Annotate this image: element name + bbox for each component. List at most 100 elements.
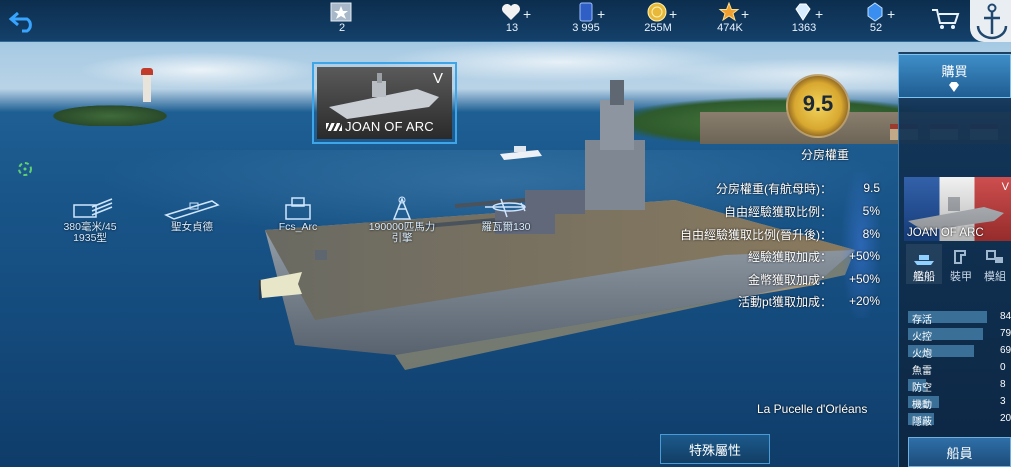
special-attributes-button[interactable]: 特殊屬性	[660, 434, 770, 464]
stat-value: 20	[1000, 413, 1011, 424]
diamond-resource[interactable]: + 1363	[764, 0, 844, 42]
gold-value: 255M	[644, 22, 672, 34]
crystal-value: 52	[869, 22, 883, 34]
stat-label: 機動	[912, 400, 932, 411]
rating-value: 9.5	[802, 91, 834, 116]
ship-card[interactable]: V JOAN OF ARC	[312, 62, 457, 144]
buy-button[interactable]: 購買	[898, 54, 1011, 98]
fire-control-icon	[285, 197, 311, 220]
weapon-aircraft-label: 羅瓦爾130	[481, 221, 531, 233]
tab-module-label: 模組	[984, 271, 1006, 283]
buy-label: 購買	[941, 64, 968, 79]
stat-label: 魚雷	[912, 366, 932, 377]
ship-portrait[interactable]: V JOAN OF ARC	[904, 177, 1011, 241]
add-gold-icon[interactable]: +	[669, 6, 677, 22]
exp-value: 474K	[717, 22, 743, 34]
stat-value: 79	[1000, 328, 1011, 339]
weapon-fire-control[interactable]: Fcs_Arc	[243, 195, 353, 233]
stat-row: 火控 79	[908, 327, 1011, 343]
tab-ship[interactable]: 艦船	[906, 244, 942, 284]
gold-coin-icon	[647, 2, 667, 22]
add-diamond-icon[interactable]: +	[815, 6, 823, 22]
tab-armor[interactable]: 裝甲	[943, 244, 979, 284]
crosshair-icon[interactable]	[16, 160, 34, 178]
weapon-main-gun[interactable]: 380毫米/45 1935型	[35, 195, 145, 244]
weapon-aircraft[interactable]: 羅瓦爾130	[451, 195, 561, 233]
tab-module[interactable]: 模組	[979, 244, 1011, 284]
lighthouse	[141, 68, 153, 102]
engine-icon	[392, 196, 412, 220]
shop-cart-icon[interactable]	[930, 6, 962, 32]
bonus-row: 金幣獲取加成： +50%	[748, 269, 880, 289]
module-tab-icon	[986, 250, 1003, 263]
stat-label: 火控	[912, 332, 932, 343]
aircraft-icon	[485, 198, 526, 218]
diamond-value: 1363	[791, 22, 817, 34]
stamina-resource[interactable]: + 13	[472, 0, 552, 42]
weapon-fire-control-label: Fcs_Arc	[278, 221, 318, 233]
bonus-value: +20%	[848, 294, 880, 308]
add-crystal-icon[interactable]: +	[887, 6, 895, 22]
portrait-tier: V	[1001, 181, 1009, 193]
weapon-secondary-label: 聖女貞德	[171, 221, 213, 233]
heart-icon	[502, 4, 520, 20]
crystal-resource[interactable]: + 52	[836, 0, 916, 42]
bonus-label: 經驗獲取加成：	[747, 249, 832, 264]
rank-badge[interactable]: 2	[302, 0, 382, 42]
stat-label: 隱蔽	[912, 417, 932, 428]
exp-resource[interactable]: + 474K	[690, 0, 770, 42]
rank-value: 2	[338, 22, 346, 34]
stat-value: 8	[1000, 379, 1006, 390]
matchmaking-rating-badge: 9.5	[786, 74, 850, 138]
ship-tab-icon	[914, 255, 934, 265]
bonus-label: 自由經驗獲取比例：	[723, 204, 832, 219]
weapon-secondary[interactable]: 聖女貞德	[137, 195, 247, 233]
add-stamina-icon[interactable]: +	[523, 6, 531, 22]
blueprint-value: 3 995	[572, 22, 600, 34]
rating-label: 分房權重	[800, 148, 849, 162]
stat-row: 存活 84	[908, 310, 1011, 326]
bonus-value: +50%	[848, 249, 880, 263]
back-button[interactable]	[0, 0, 46, 42]
harbor-button[interactable]	[970, 0, 1011, 42]
bonus-row: 活動pt獲取加成： +20%	[738, 291, 880, 311]
blueprint-card-icon	[579, 2, 593, 22]
bonus-row: 自由經驗獲取比例： 5%	[724, 201, 880, 221]
top-bar: 2 + 13 + 3 995 + 255M + 474K + 1363 + 52	[0, 0, 1011, 42]
tab-armor-label: 裝甲	[950, 271, 972, 283]
stat-row: 魚雷 0	[908, 361, 1011, 377]
stat-label: 存活	[912, 315, 932, 326]
bonus-label: 金幣獲取加成：	[747, 272, 832, 287]
armor-tab-icon	[954, 250, 966, 264]
blueprint-resource[interactable]: + 3 995	[546, 0, 626, 42]
tab-ship-label: 艦船	[913, 271, 935, 283]
bonus-value: 9.5	[863, 181, 880, 195]
ship-tier: V	[432, 70, 443, 87]
stat-row: 隱蔽 20	[908, 412, 1011, 428]
stat-row: 機動 3	[908, 395, 1011, 411]
stat-value: 69	[1000, 345, 1011, 356]
bonus-label: 分房權重(有航母時)：	[716, 181, 832, 196]
back-arrow-icon	[8, 11, 32, 33]
ship-name: JOAN OF ARC	[326, 119, 434, 134]
stat-label: 火炮	[912, 349, 932, 360]
bonus-value: 8%	[862, 227, 880, 241]
add-exp-icon[interactable]: +	[741, 6, 749, 22]
bonus-value: +50%	[848, 272, 880, 286]
stat-row: 火炮 69	[908, 344, 1011, 360]
gold-resource[interactable]: + 255M	[618, 0, 698, 42]
bonus-row: 自由經驗獲取比例(晉升後)： 8%	[680, 224, 880, 244]
stamina-value: 13	[505, 22, 519, 34]
diamond-icon	[795, 3, 811, 21]
stat-value: 84	[1000, 311, 1011, 322]
stat-value: 3	[1000, 396, 1006, 407]
weapon-engine[interactable]: 190000匹馬力 引擎	[347, 195, 457, 244]
add-blueprint-icon[interactable]: +	[597, 6, 605, 22]
anchor-icon	[976, 3, 1008, 40]
crew-button[interactable]: 船員	[908, 437, 1011, 467]
ship-name-text: JOAN OF ARC	[345, 119, 434, 134]
patrol-boat	[500, 146, 542, 160]
bonus-label: 自由經驗獲取比例(晉升後)：	[680, 227, 832, 242]
weapon-main-gun-label: 380毫米/45 1935型	[63, 221, 117, 244]
gold-star-icon	[718, 2, 740, 22]
